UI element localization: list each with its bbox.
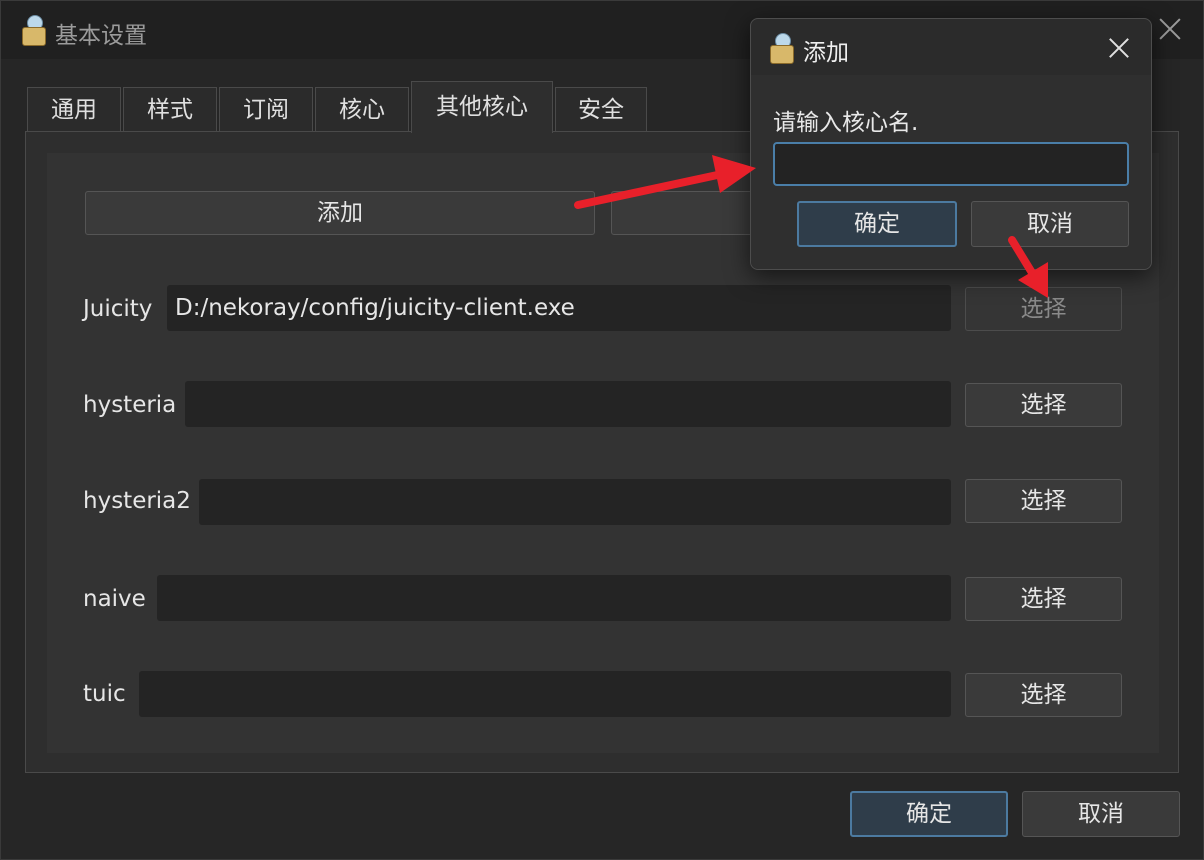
tab-core[interactable]: 核心	[315, 87, 409, 131]
select-button-juicity[interactable]: 选择	[965, 287, 1122, 331]
tab-subscription[interactable]: 订阅	[219, 87, 313, 131]
core-label-naive: naive	[83, 586, 146, 612]
dialog-title: 添加	[803, 40, 849, 66]
ok-button[interactable]: 确定	[850, 791, 1008, 837]
core-name-input[interactable]	[773, 142, 1129, 186]
tab-security[interactable]: 安全	[555, 87, 647, 131]
close-icon[interactable]	[1156, 15, 1184, 43]
second-panel-button[interactable]	[611, 191, 761, 235]
dialog-prompt: 请输入核心名.	[773, 110, 919, 136]
window-title: 基本设置	[55, 23, 147, 49]
select-button-naive[interactable]: 选择	[965, 577, 1122, 621]
dialog-cancel-button[interactable]: 取消	[971, 201, 1129, 247]
dialog-ok-button[interactable]: 确定	[797, 201, 957, 247]
cancel-button[interactable]: 取消	[1022, 791, 1180, 837]
dialog-body: 请输入核心名. 确定 取消	[751, 75, 1151, 269]
tab-other-cores[interactable]: 其他核心	[411, 81, 553, 133]
select-button-hysteria[interactable]: 选择	[965, 383, 1122, 427]
app-icon	[19, 15, 47, 46]
dialog-app-icon	[767, 33, 795, 64]
core-path-field-naive[interactable]	[157, 575, 951, 621]
dialog-close-icon[interactable]	[1107, 35, 1131, 59]
core-path-field-tuic[interactable]	[139, 671, 951, 717]
add-core-button[interactable]: 添加	[85, 191, 595, 235]
add-core-dialog: 添加 请输入核心名. 确定 取消	[750, 18, 1152, 270]
core-label-hysteria: hysteria	[83, 392, 177, 418]
core-path-field-hysteria2[interactable]	[199, 479, 951, 525]
core-path-field-hysteria[interactable]	[185, 381, 951, 427]
select-button-hysteria2[interactable]: 选择	[965, 479, 1122, 523]
core-label-juicity: Juicity	[83, 296, 153, 322]
core-label-tuic: tuic	[83, 681, 126, 707]
core-path-field-juicity[interactable]: D:/nekoray/config/juicity-client.exe	[167, 285, 951, 331]
tab-general[interactable]: 通用	[27, 87, 121, 131]
core-label-hysteria2: hysteria2	[83, 488, 191, 514]
select-button-tuic[interactable]: 选择	[965, 673, 1122, 717]
tab-style[interactable]: 样式	[123, 87, 217, 131]
